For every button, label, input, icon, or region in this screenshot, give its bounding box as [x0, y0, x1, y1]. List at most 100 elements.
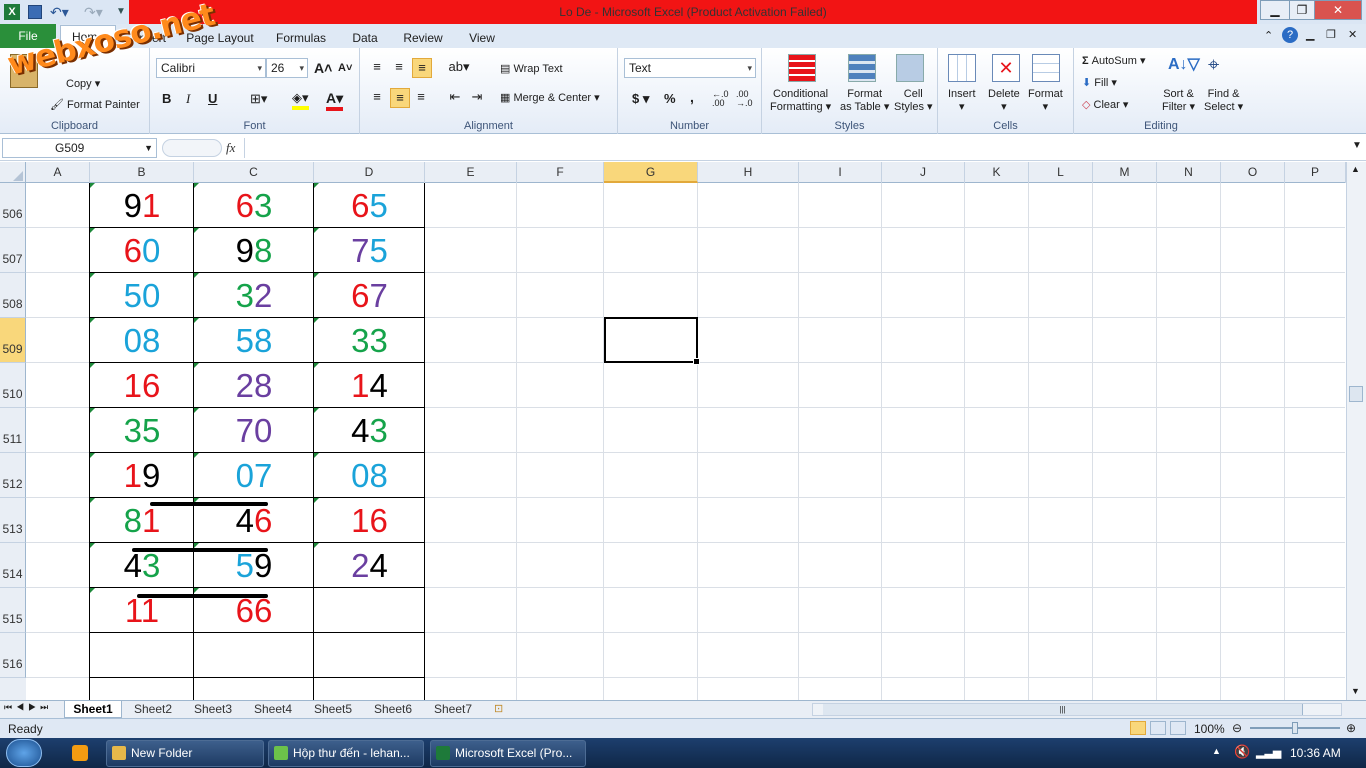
- wrap-text-button[interactable]: ▤ Wrap Text: [500, 62, 563, 75]
- save-icon[interactable]: [28, 5, 42, 19]
- redo-icon[interactable]: ↷▾: [84, 3, 103, 21]
- taskbar-item[interactable]: Hộp thư đến - lehan...: [268, 740, 424, 767]
- row-header-506[interactable]: 506: [0, 183, 26, 228]
- active-cell-g509[interactable]: [604, 317, 700, 365]
- cell-b511[interactable]: 35: [90, 408, 194, 453]
- tab-formulas[interactable]: Formulas: [270, 28, 332, 48]
- align-bottom-icon[interactable]: ≡: [412, 58, 432, 78]
- formula-input[interactable]: [244, 138, 1348, 158]
- row-header-507[interactable]: 507: [0, 228, 26, 273]
- column-header-j[interactable]: J: [882, 162, 965, 183]
- shrink-font-icon[interactable]: A˅: [338, 62, 352, 74]
- tab-data[interactable]: Data: [344, 28, 386, 48]
- insert-sheet-icon[interactable]: ⊡: [494, 702, 503, 715]
- scroll-thumb[interactable]: [1349, 386, 1363, 402]
- underline-button[interactable]: U: [208, 91, 217, 106]
- column-header-c[interactable]: C: [194, 162, 314, 183]
- row-header-514[interactable]: 514: [0, 543, 26, 588]
- tab-review[interactable]: Review: [398, 28, 448, 48]
- horizontal-scrollbar[interactable]: |||: [812, 703, 1342, 716]
- cell-b510[interactable]: 16: [90, 363, 194, 408]
- column-header-l[interactable]: L: [1029, 162, 1093, 183]
- row-header-511[interactable]: 511: [0, 408, 26, 453]
- column-header-d[interactable]: D: [314, 162, 425, 183]
- cell-c508[interactable]: 32: [194, 273, 314, 318]
- sheet-tab-sheet4[interactable]: Sheet4: [244, 701, 302, 718]
- increase-indent-icon[interactable]: ⇥: [468, 88, 486, 106]
- currency-button[interactable]: $ ▾: [632, 91, 649, 107]
- row-header-516[interactable]: 516: [0, 633, 26, 678]
- column-header-e[interactable]: E: [425, 162, 517, 183]
- column-header-k[interactable]: K: [965, 162, 1029, 183]
- cell-c507[interactable]: 98: [194, 228, 314, 273]
- grow-font-icon[interactable]: A˄: [314, 60, 332, 76]
- sheet-tab-sheet5[interactable]: Sheet5: [304, 701, 362, 718]
- bold-button[interactable]: B: [162, 91, 171, 106]
- row-header-510[interactable]: 510: [0, 363, 26, 408]
- insert-cells-button[interactable]: Insert ▾: [948, 88, 976, 114]
- row-header-512[interactable]: 512: [0, 453, 26, 498]
- cell-d506[interactable]: 65: [314, 183, 425, 228]
- formula-bar-splitter[interactable]: [162, 139, 222, 157]
- cell-d512[interactable]: 08: [314, 453, 425, 498]
- italic-button[interactable]: I: [186, 91, 190, 107]
- start-button-icon[interactable]: [6, 739, 42, 767]
- autosum-button[interactable]: Σ AutoSum ▾: [1082, 54, 1146, 67]
- scroll-up-icon[interactable]: ▲: [1351, 164, 1360, 174]
- tray-arrow-icon[interactable]: ▲: [1212, 746, 1221, 756]
- find-select-button[interactable]: Find & Select ▾: [1204, 88, 1243, 114]
- workbook-minimize-icon[interactable]: ▁: [1306, 28, 1314, 41]
- sheet-tab-sheet3[interactable]: Sheet3: [184, 701, 242, 718]
- cell-c511[interactable]: 70: [194, 408, 314, 453]
- font-name-select[interactable]: Calibri: [156, 58, 266, 78]
- cell-c509[interactable]: 58: [194, 318, 314, 363]
- minimize-button[interactable]: ▁: [1260, 0, 1290, 20]
- cell-d507[interactable]: 75: [314, 228, 425, 273]
- cell-d508[interactable]: 67: [314, 273, 425, 318]
- comma-button[interactable]: ,: [690, 89, 694, 105]
- orientation-icon[interactable]: ab▾: [446, 58, 472, 76]
- column-header-m[interactable]: M: [1093, 162, 1157, 183]
- cell-b506[interactable]: 91: [90, 183, 194, 228]
- column-header-o[interactable]: O: [1221, 162, 1285, 183]
- copy-button[interactable]: Copy ▾: [66, 77, 100, 90]
- number-format-select[interactable]: Text: [624, 58, 756, 78]
- network-icon[interactable]: ▂▃▅: [1256, 746, 1281, 759]
- fill-color-icon[interactable]: ◈▾: [292, 90, 309, 110]
- align-middle-icon[interactable]: ≡: [390, 58, 408, 76]
- format-cells-button[interactable]: Format ▾: [1028, 88, 1063, 114]
- fill-button[interactable]: ⬇ Fill ▾: [1082, 76, 1117, 89]
- taskbar-item[interactable]: New Folder: [106, 740, 264, 767]
- align-right-icon[interactable]: ≡: [412, 88, 430, 106]
- select-all-corner[interactable]: [0, 162, 26, 183]
- decrease-indent-icon[interactable]: ⇤: [446, 88, 464, 106]
- sort-filter-button[interactable]: Sort & Filter ▾: [1162, 88, 1195, 114]
- cell-b509[interactable]: 08: [90, 318, 194, 363]
- column-header-i[interactable]: I: [799, 162, 882, 183]
- borders-icon[interactable]: ⊞▾: [250, 91, 267, 107]
- cell-d509[interactable]: 33: [314, 318, 425, 363]
- cell-styles-button[interactable]: Cell Styles ▾: [894, 88, 933, 114]
- column-header-p[interactable]: P: [1285, 162, 1346, 183]
- cell-d511[interactable]: 43: [314, 408, 425, 453]
- increase-decimal-icon[interactable]: ←.0.00: [712, 90, 729, 108]
- sheet-tab-sheet7[interactable]: Sheet7: [424, 701, 482, 718]
- zoom-slider-thumb[interactable]: [1292, 722, 1298, 734]
- format-painter-button[interactable]: 🖌 Format Painter: [50, 98, 140, 111]
- restore-button[interactable]: ❐: [1289, 0, 1315, 20]
- page-break-view-icon[interactable]: [1170, 721, 1186, 735]
- align-left-icon[interactable]: ≡: [368, 88, 386, 106]
- zoom-out-icon[interactable]: ⊖: [1232, 721, 1242, 735]
- cell-c512[interactable]: 07: [194, 453, 314, 498]
- sheet-tab-sheet2[interactable]: Sheet2: [124, 701, 182, 718]
- close-button[interactable]: ✕: [1314, 0, 1362, 20]
- expand-formula-icon[interactable]: ▼: [1352, 140, 1362, 151]
- conditional-formatting-button[interactable]: Conditional Formatting ▾: [770, 88, 831, 114]
- align-top-icon[interactable]: ≡: [368, 58, 386, 76]
- zoom-slider[interactable]: [1250, 722, 1340, 734]
- normal-view-icon[interactable]: [1130, 721, 1146, 735]
- align-center-icon[interactable]: ≡: [390, 88, 410, 108]
- clock[interactable]: 10:36 AM: [1290, 746, 1341, 760]
- scroll-down-icon[interactable]: ▼: [1351, 686, 1360, 696]
- cell-b508[interactable]: 50: [90, 273, 194, 318]
